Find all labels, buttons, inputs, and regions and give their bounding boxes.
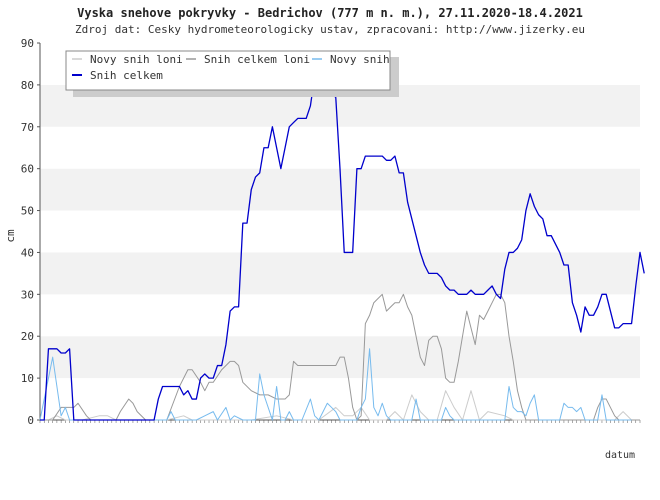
y-tick-label: 70 (21, 121, 34, 134)
y-tick-label: 10 (21, 372, 34, 385)
y-tick-label: 30 (21, 288, 34, 301)
y-axis-label: cm (4, 229, 17, 243)
y-tick-label: 50 (21, 205, 34, 218)
grid-bands (39, 43, 640, 421)
legend-entry: Novy snih loni (90, 53, 183, 66)
x-axis-label: datum (605, 450, 635, 461)
grid-band (40, 378, 640, 420)
y-tick-label: 0 (27, 414, 34, 427)
y-tick-label: 90 (21, 37, 34, 50)
legend-entry: Snih celkem (90, 69, 163, 82)
snow-depth-chart: Vyska snehove pokryvky - Bedrichov (777 … (4, 6, 645, 461)
grid-band (40, 294, 640, 337)
y-tick-label: 60 (21, 163, 34, 176)
legend-entry: Snih celkem loni (204, 53, 310, 66)
chart-subtitle: Zdroj dat: Cesky hydrometeorologicky ust… (75, 23, 585, 36)
y-axis-ticks: 0 10 20 30 40 50 60 70 80 90 (21, 37, 40, 427)
legend-entry: Novy snih (330, 53, 390, 66)
grid-band (40, 210, 640, 253)
chart-title: Vyska snehove pokryvky - Bedrichov (777 … (77, 6, 583, 20)
chart-legend: Novy snih loni Snih celkem loni Novy snih S… (65, 50, 399, 97)
grid-band (40, 252, 640, 295)
y-tick-label: 20 (21, 330, 34, 343)
y-tick-label: 80 (21, 79, 34, 92)
y-tick-label: 40 (21, 246, 34, 259)
